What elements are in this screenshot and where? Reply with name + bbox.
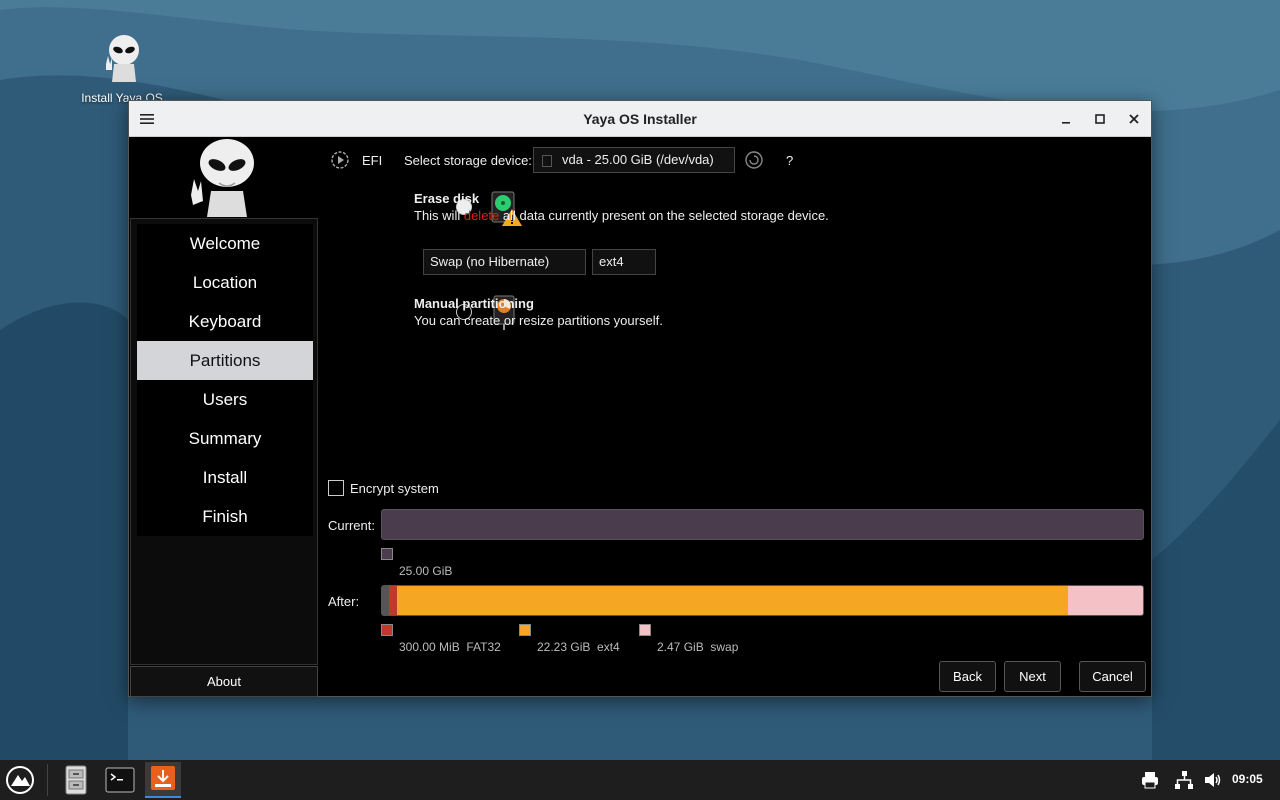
erase-desc-highlight: delete [463, 208, 500, 223]
legend-fat32: 300.00 MiB FAT32 [399, 640, 501, 654]
after-label: After: [328, 594, 360, 609]
legend-ext4: 22.23 GiB ext4 [537, 640, 620, 654]
current-swatch [381, 548, 393, 560]
sidebar-item-welcome[interactable]: Welcome [137, 224, 313, 263]
about-button[interactable]: About [130, 666, 318, 697]
installer-download-icon [151, 766, 175, 790]
storage-device-select[interactable]: vda - 25.00 GiB (/dev/vda) [533, 147, 735, 173]
maximize-icon[interactable] [1091, 110, 1109, 128]
help-label[interactable]: ? [786, 153, 793, 168]
clock[interactable]: 09:05 [1232, 772, 1263, 786]
cancel-button[interactable]: Cancel [1079, 661, 1146, 692]
taskbar-divider [47, 764, 48, 796]
network-icon[interactable] [1174, 770, 1194, 790]
after-segment-ext4 [397, 586, 1068, 615]
installer-taskbar-button[interactable] [145, 762, 181, 798]
file-manager-icon[interactable] [58, 762, 94, 798]
close-icon[interactable] [1125, 110, 1143, 128]
fat32-swatch [381, 624, 393, 636]
window-title: Yaya OS Installer [583, 111, 697, 127]
legend-fat32-size: 300.00 MiB [399, 640, 460, 654]
back-button[interactable]: Back [939, 661, 996, 692]
legend-swap-size: 2.47 GiB [657, 640, 704, 654]
minimize-icon[interactable] [1057, 110, 1075, 128]
sidebar-item-users[interactable]: Users [137, 380, 313, 419]
swap-select[interactable]: Swap (no Hibernate) [423, 249, 586, 275]
after-partition-bar [381, 585, 1144, 616]
sidebar-item-keyboard[interactable]: Keyboard [137, 302, 313, 341]
partitions-page: EFI Select storage device: vda - 25.00 G… [319, 137, 1151, 697]
next-button[interactable]: Next [1004, 661, 1061, 692]
legend-swap: 2.47 GiB swap [657, 640, 738, 654]
current-label: Current: [328, 518, 375, 533]
desktop-icon-install[interactable]: Install Yaya OS [70, 34, 174, 105]
current-size: 25.00 GiB [399, 564, 453, 578]
gear-play-icon [331, 151, 349, 169]
sidebar-item-partitions[interactable]: Partitions [137, 341, 313, 380]
storage-device-label: Select storage device: [404, 153, 532, 168]
legend-swap-fs: swap [710, 640, 739, 654]
refresh-icon[interactable] [744, 150, 764, 170]
boot-type-label: EFI [362, 153, 383, 168]
manual-partitioning-description: You can create or resize partitions your… [414, 313, 663, 328]
ext4-swatch [519, 624, 531, 636]
sidebar-item-finish[interactable]: Finish [137, 497, 313, 536]
storage-device-value: vda - 25.00 GiB (/dev/vda) [562, 152, 714, 167]
encrypt-system-label[interactable]: Encrypt system [350, 481, 439, 496]
filesystem-select[interactable]: ext4 [592, 249, 656, 275]
erase-desc-prefix: This will [414, 208, 464, 223]
legend-fat32-fs: FAT32 [466, 640, 501, 654]
manual-partitioning-title: Manual partitioning [414, 296, 534, 311]
installer-window: Yaya OS Installer Welcome Location Keybo… [128, 100, 1152, 697]
start-menu-icon[interactable] [2, 762, 38, 798]
sidebar-item-summary[interactable]: Summary [137, 419, 313, 458]
sidebar-item-location[interactable]: Location [137, 263, 313, 302]
current-partition-bar [381, 509, 1144, 540]
after-segment-fat32 [389, 586, 397, 615]
legend-ext4-size: 22.23 GiB [537, 640, 591, 654]
printer-icon[interactable] [1140, 770, 1160, 790]
swap-swatch [639, 624, 651, 636]
sidebar-nav: Welcome Location Keyboard Partitions Use… [130, 218, 318, 665]
after-segment-swap [1068, 586, 1143, 615]
encrypt-system-checkbox[interactable] [328, 480, 344, 496]
erase-disk-description: This will delete all data currently pres… [414, 208, 829, 223]
disk-icon [542, 155, 552, 167]
sidebar-item-install[interactable]: Install [137, 458, 313, 497]
window-titlebar[interactable]: Yaya OS Installer [129, 101, 1151, 137]
legend-ext4-fs: ext4 [597, 640, 620, 654]
terminal-icon[interactable] [102, 762, 138, 798]
erase-disk-title: Erase disk [414, 191, 480, 206]
volume-icon[interactable] [1203, 770, 1223, 790]
taskbar: 09:05 [0, 760, 1280, 800]
alien-icon [106, 35, 139, 82]
yaya-logo-icon [191, 139, 254, 217]
erase-desc-suffix: all data currently present on the select… [499, 208, 829, 223]
